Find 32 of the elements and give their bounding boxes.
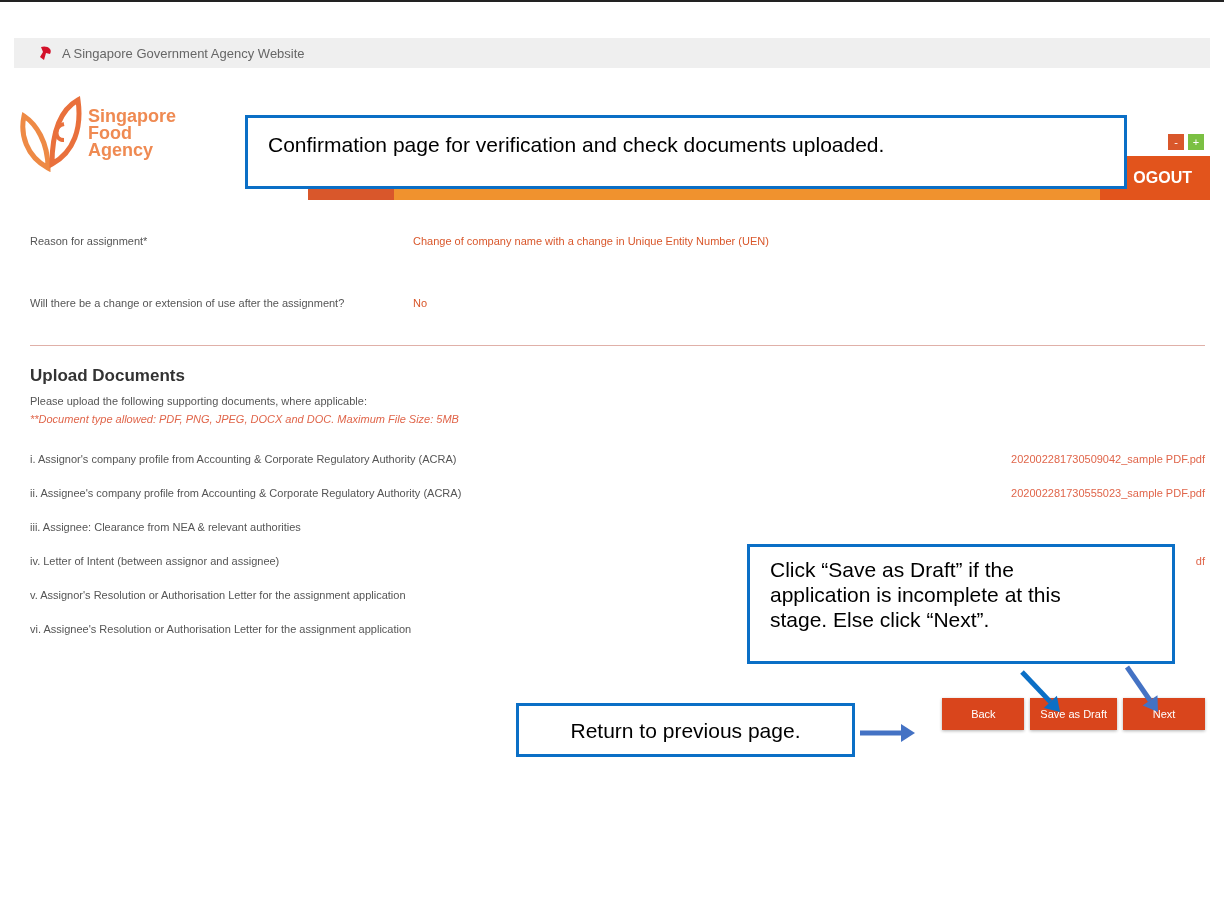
field-label: Reason for assignment* bbox=[30, 234, 149, 249]
save-draft-button[interactable]: Save as Draft bbox=[1030, 698, 1117, 730]
document-label: i. Assignor's company profile from Accounting & Corporate Regulatory Authority (ACRA) bbox=[30, 453, 457, 465]
increase-font-button[interactable]: + bbox=[1188, 134, 1204, 150]
file-link[interactable]: 202002281730509042_sample PDF.pdf bbox=[1011, 453, 1205, 465]
arrow bbox=[860, 724, 915, 742]
field-label: Will there be a change or extension of use after the assignment? bbox=[30, 296, 346, 311]
arrow bbox=[1124, 665, 1158, 712]
lion-head-icon bbox=[38, 45, 54, 61]
decrease-font-button[interactable]: - bbox=[1168, 134, 1184, 150]
field-value: Change of company name with a change in Unique Entity Number (UEN) bbox=[413, 234, 770, 249]
next-button[interactable]: Next bbox=[1123, 698, 1205, 730]
annotation-tooltip: Confirmation page for verification and check documents uploaded. bbox=[245, 115, 1127, 189]
annotation-tooltip: Return to previous page. bbox=[516, 703, 855, 757]
section-heading: Upload Documents bbox=[30, 366, 186, 386]
document-label: iv. Letter of Intent (between assignor and assignee) bbox=[30, 555, 280, 567]
field-value: No bbox=[413, 296, 429, 311]
document-label: vi. Assignee's Resolution or Authorisation Letter for the assignment application bbox=[30, 623, 412, 635]
logo-text: Agency bbox=[88, 141, 155, 159]
logo-text: Singapore bbox=[88, 107, 176, 125]
banner-text: A Singapore Government Agency Website bbox=[62, 45, 305, 61]
document-label: v. Assignor's Resolution or Authorisation Letter for the assignment application bbox=[30, 589, 406, 601]
document-label: iii. Assignee: Clearance from NEA & relevant authorities bbox=[30, 521, 301, 533]
back-button[interactable]: Back bbox=[942, 698, 1025, 730]
arrow bbox=[1020, 670, 1060, 712]
file-type-note: **Document type allowed: PDF, PNG, JPEG, DOCX and DOC. Maximum File Size: 5MB bbox=[30, 412, 460, 427]
document-label: ii. Assignee's company profile from Accounting & Corporate Regulatory Authority (ACRA) bbox=[30, 487, 462, 499]
instructions-text: Please upload the following supporting documents, where applicable: bbox=[30, 394, 368, 409]
file-link[interactable]: df bbox=[1195, 555, 1205, 567]
annotation-tooltip: Click “Save as Draft” if the application is incomplete at this stage. Else click “Next”. bbox=[747, 544, 1175, 664]
leaf-logo-icon bbox=[18, 94, 82, 172]
file-link[interactable]: 202002281730555023_sample PDF.pdf bbox=[1011, 487, 1205, 499]
